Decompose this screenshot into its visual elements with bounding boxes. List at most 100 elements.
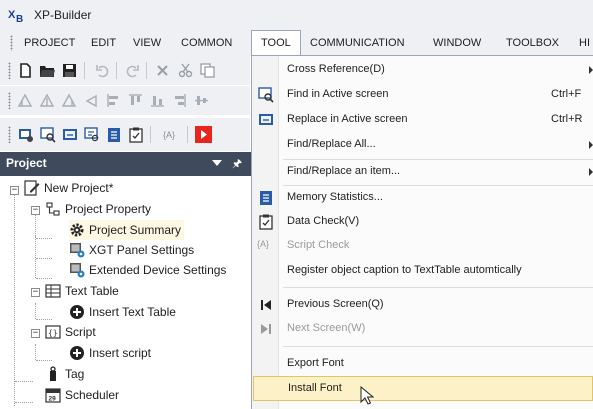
menu-edit[interactable]: EDIT	[82, 30, 125, 56]
tree-node-extended-device-settings[interactable]: Extended Device Settings	[69, 260, 226, 280]
menubar-grip[interactable]	[10, 35, 13, 51]
menu-item-label: Find/Replace All...	[287, 138, 376, 150]
find-screen-icon	[258, 87, 274, 103]
svg-text:{}: {}	[48, 329, 58, 338]
menu-communication[interactable]: COMMUNICATION	[301, 30, 414, 56]
xp-builder-logo-icon: X B	[8, 9, 23, 23]
align-left-icon[interactable]	[104, 91, 123, 110]
menu-item-label: Install Font	[288, 382, 342, 394]
collapse-toggle[interactable]: −	[31, 288, 40, 297]
tree-connector	[14, 192, 15, 406]
xp-builder-window: X B XP-Builder PROJECT EDIT VIEW COMMON …	[0, 0, 593, 409]
menu-item-label: Memory Statistics...	[287, 191, 383, 203]
chevron-down-icon[interactable]	[212, 160, 222, 166]
menu-item-find-in-active-screen[interactable]: Find in Active screen Ctrl+F	[252, 83, 593, 107]
tree-node-project-summary[interactable]: Project Summary	[69, 220, 185, 240]
tree-node-tag[interactable]: Tag	[45, 364, 84, 384]
replace-screen-icon[interactable]	[60, 125, 79, 144]
screen-list-icon[interactable]	[16, 125, 35, 144]
tree-node-scheduler[interactable]: 29 Scheduler	[45, 385, 119, 405]
collapse-toggle[interactable]: −	[10, 186, 19, 195]
align-triangle-center-icon[interactable]	[38, 91, 57, 110]
cut-icon[interactable]	[176, 61, 195, 80]
previous-screen-icon	[258, 297, 274, 313]
toolbar-grip[interactable]	[8, 92, 11, 109]
calendar-icon: 29	[45, 387, 61, 403]
menu-item-shortcut: Ctrl+F	[551, 88, 582, 100]
tree-node-label: XGT Panel Settings	[89, 243, 195, 257]
collapse-toggle[interactable]: −	[31, 329, 40, 338]
menu-view[interactable]: VIEW	[124, 30, 170, 56]
align-triangle-left-icon[interactable]	[16, 91, 35, 110]
menu-common[interactable]: COMMON	[172, 30, 241, 56]
pin-icon[interactable]: 🖈	[232, 155, 242, 174]
memory-statistics-icon[interactable]	[104, 125, 123, 144]
copy-icon[interactable]	[198, 61, 217, 80]
tool-menu-dropdown: Cross Reference(D) Find in Active screen…	[251, 55, 593, 409]
tree-node-new-project[interactable]: New Project*	[24, 178, 113, 198]
tree-node-insert-text-table[interactable]: Insert Text Table	[69, 302, 176, 322]
script-check-icon[interactable]: {A}	[157, 125, 181, 144]
align-top-icon[interactable]	[126, 91, 145, 110]
save-icon[interactable]	[60, 61, 79, 80]
find-screen-icon[interactable]	[38, 125, 57, 144]
collapse-toggle[interactable]: −	[31, 206, 40, 215]
tree-connector	[36, 238, 52, 239]
toolbar-align	[0, 86, 250, 115]
svg-text:B: B	[16, 14, 23, 23]
svg-text:X: X	[8, 9, 16, 21]
menu-item-next-screen[interactable]: Next Screen(W)	[252, 317, 593, 341]
menu-separator	[283, 346, 593, 347]
menu-item-memory-statistics[interactable]: Memory Statistics...	[252, 186, 593, 210]
submenu-arrow-icon	[589, 66, 593, 74]
menu-toolbox[interactable]: TOOLBOX	[497, 30, 568, 56]
open-folder-icon[interactable]	[38, 61, 57, 80]
menu-bar: PROJECT EDIT VIEW COMMON TOOL COMMUNICAT…	[0, 30, 593, 56]
project-tree: − New Project* − Project Property Projec…	[0, 176, 251, 409]
tree-node-script[interactable]: {} Script	[45, 322, 96, 342]
run-simulator-icon[interactable]	[194, 125, 213, 144]
menu-item-find-replace-item[interactable]: Find/Replace an item...	[252, 160, 593, 184]
tree-node-xgt-panel-settings[interactable]: XGT Panel Settings	[69, 240, 194, 260]
menu-item-replace-in-active-screen[interactable]: Replace in Active screen Ctrl+R	[252, 108, 593, 132]
menu-item-cross-reference[interactable]: Cross Reference(D)	[252, 58, 593, 82]
align-triangle-right-icon[interactable]	[60, 91, 79, 110]
submenu-arrow-icon	[589, 141, 593, 149]
menu-item-find-replace-all[interactable]: Find/Replace All...	[252, 133, 593, 157]
align-arrow-left-icon[interactable]	[82, 91, 101, 110]
menu-item-script-check[interactable]: {A} Script Check	[252, 234, 593, 258]
menu-help[interactable]: HI	[570, 30, 593, 56]
toolbar-grip[interactable]	[8, 62, 11, 79]
tag-icon	[45, 366, 61, 382]
new-file-icon[interactable]	[16, 61, 35, 80]
tree-node-label: Script	[65, 325, 96, 339]
tree-node-insert-script[interactable]: Insert script	[69, 343, 151, 363]
menu-project[interactable]: PROJECT	[15, 30, 84, 56]
menu-item-data-check[interactable]: Data Check(V)	[252, 210, 593, 234]
undo-icon[interactable]	[93, 61, 112, 80]
menu-item-previous-screen[interactable]: Previous Screen(Q)	[252, 293, 593, 317]
redo-icon[interactable]	[123, 61, 142, 80]
menu-item-install-font[interactable]: Install Font	[253, 376, 593, 401]
table-icon	[45, 283, 61, 299]
align-middle-icon[interactable]	[192, 91, 211, 110]
toolbar-separator	[187, 126, 188, 143]
find-object-icon[interactable]	[82, 125, 101, 144]
tree-connector	[35, 236, 36, 278]
menu-tool[interactable]: TOOL	[251, 30, 301, 56]
next-screen-icon	[258, 321, 274, 337]
tree-node-project-property[interactable]: Project Property	[45, 199, 151, 219]
menu-item-export-font[interactable]: Export Font	[252, 352, 593, 376]
align-right-icon[interactable]	[170, 91, 189, 110]
menu-item-register-caption[interactable]: Register object caption to TextTable aut…	[252, 259, 593, 283]
align-bottom-icon[interactable]	[148, 91, 167, 110]
toolbar-view: {A}	[0, 118, 250, 151]
project-panel-title: Project	[6, 156, 47, 170]
menu-window[interactable]: WINDOW	[424, 30, 490, 56]
tree-node-text-table[interactable]: Text Table	[45, 281, 119, 301]
menu-item-label: Previous Screen(Q)	[287, 298, 384, 310]
delete-icon[interactable]	[153, 61, 172, 80]
data-check-icon[interactable]	[126, 125, 145, 144]
toolbar-grip[interactable]	[8, 126, 11, 143]
title-bar: X B XP-Builder	[0, 0, 593, 30]
